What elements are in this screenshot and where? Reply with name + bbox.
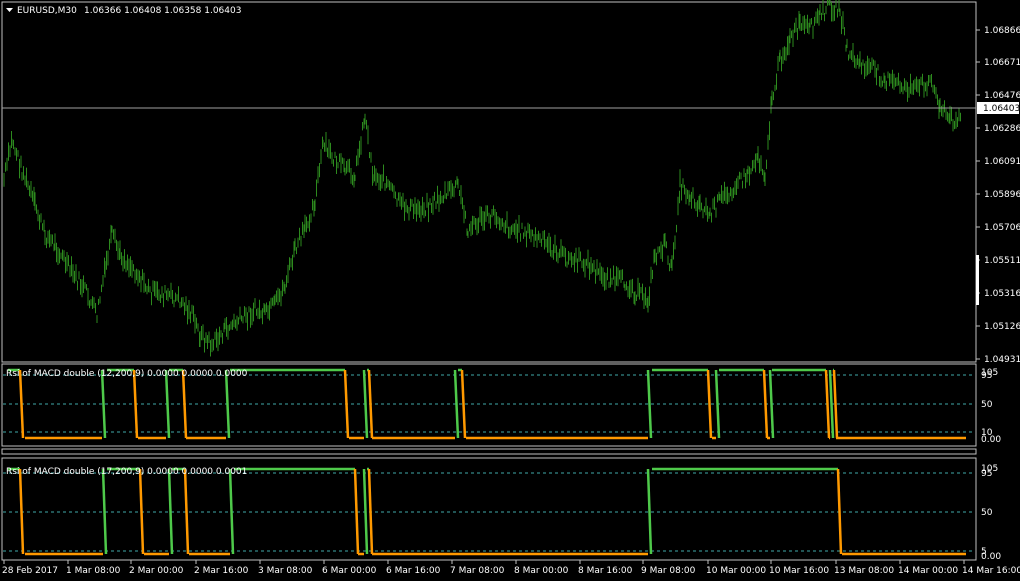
price-tick-label: 1.05896: [984, 190, 1020, 200]
price-tick-label: 1.06476: [984, 91, 1020, 101]
ohlc-values: 1.06366 1.06408 1.06358 1.06403: [84, 6, 241, 16]
time-tick-label: 3 Mar 08:00: [258, 566, 313, 576]
current-price-label: 1.06403: [977, 102, 1020, 114]
symbol-label: EURUSD,M30: [17, 6, 77, 16]
time-tick-label: 6 Mar 16:00: [386, 566, 441, 576]
price-tick-label: 1.06671: [984, 58, 1020, 68]
time-tick-label: 8 Mar 16:00: [578, 566, 633, 576]
price-tick-label: 1.05511: [984, 256, 1020, 266]
trading-chart[interactable]: EURUSD,M30 1.06366 1.06408 1.06358 1.064…: [0, 0, 1020, 581]
time-tick-label: 1 Mar 08:00: [66, 566, 121, 576]
price-tick-label: 1.06091: [984, 157, 1020, 167]
level-label: 0.00: [981, 435, 1001, 445]
time-tick-label: 9 Mar 08:00: [641, 566, 696, 576]
time-tick-label: 2 Mar 16:00: [194, 566, 249, 576]
svg-text:1.06403: 1.06403: [983, 104, 1020, 114]
price-tick-label: 1.05316: [984, 289, 1020, 299]
time-tick-label: 8 Mar 00:00: [514, 566, 569, 576]
price-tick-label: 1.04931: [984, 355, 1020, 365]
time-tick-label: 6 Mar 00:00: [322, 566, 377, 576]
time-tick-label: 10 Mar 16:00: [769, 566, 829, 576]
price-tick-label: 1.05126: [984, 322, 1020, 332]
time-tick-label: 7 Mar 08:00: [450, 566, 505, 576]
time-tick-label: 14 Mar 00:00: [898, 566, 958, 576]
time-tick-label: 10 Mar 00:00: [706, 566, 766, 576]
time-tick-label: 2 Mar 00:00: [129, 566, 184, 576]
indicator1-title: Rsi of MACD double (12,200,9) 0.0000 0.0…: [6, 369, 248, 379]
level-label: 95: [981, 469, 992, 479]
level-label: 50: [981, 508, 993, 518]
price-tick-label: 1.06286: [984, 124, 1020, 134]
level-label: 0.00: [981, 552, 1001, 562]
scroll-marker[interactable]: [976, 255, 979, 305]
price-tick-label: 1.06866: [984, 26, 1020, 36]
price-tick-label: 1.05706: [984, 223, 1020, 233]
time-tick-label: 28 Feb 2017: [2, 566, 58, 576]
level-label: 95: [981, 371, 992, 381]
level-label: 50: [981, 400, 993, 410]
time-tick-label: 13 Mar 08:00: [834, 566, 894, 576]
time-tick-label: 14 Mar 16:00: [962, 566, 1020, 576]
indicator2-title: Rsi of MACD double (17,200,9) 0.0000 0.0…: [6, 467, 247, 477]
